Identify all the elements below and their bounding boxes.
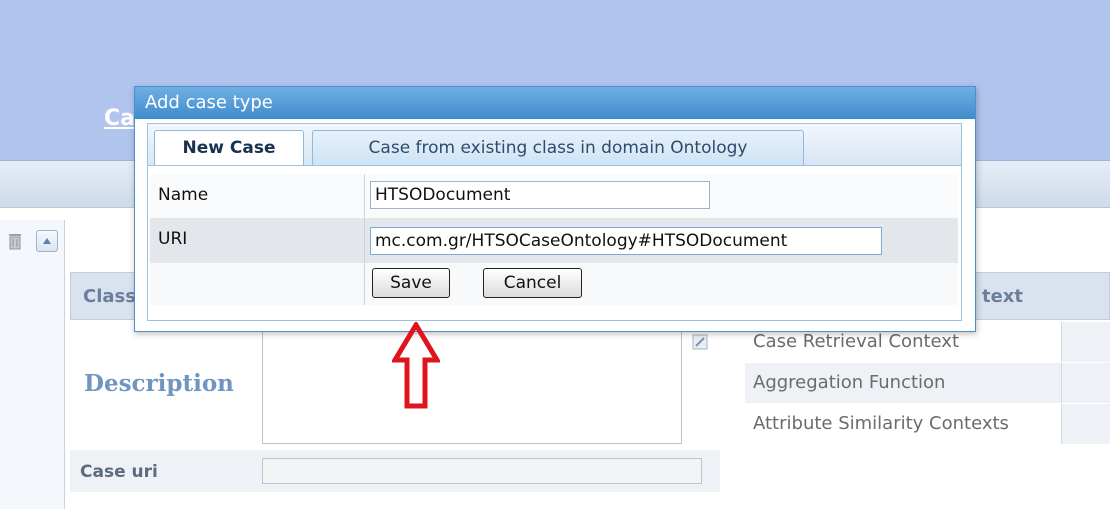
sidebar [0,220,65,509]
case-form: Name URI Save Cancel [147,165,962,321]
description-textarea[interactable] [262,320,682,444]
dialog-title-bar[interactable]: Add case type [135,87,975,119]
description-label: Description [84,370,234,397]
context-row-label: Attribute Similarity Contexts [753,413,1009,434]
save-button[interactable]: Save [372,268,450,298]
edit-icon[interactable] [692,334,708,350]
add-case-type-dialog: Add case type New Case Case from existin… [134,86,976,332]
buttons-row: Save Cancel [150,262,958,305]
context-value-cell[interactable] [1061,322,1110,362]
context-row: Attribute Similarity Contexts [745,404,1110,444]
name-row: Name [150,174,958,219]
context-row: Aggregation Function [745,363,1110,403]
tab-label: New Case [182,138,276,158]
case-uri-label: Case uri [80,462,158,482]
context-row-label: Aggregation Function [753,372,946,393]
uri-row: URI [150,218,958,262]
cancel-button[interactable]: Cancel [483,268,582,298]
tab-existing-class[interactable]: Case from existing class in domain Ontol… [312,130,804,166]
tab-new-case[interactable]: New Case [154,130,304,166]
uri-input[interactable] [370,227,882,255]
class-header-label: Class [83,286,136,307]
case-uri-input[interactable] [262,458,702,484]
context-value-cell[interactable] [1061,363,1110,403]
trash-icon[interactable] [8,232,22,250]
uri-label: URI [158,229,188,249]
uri-label-cell: URI [150,218,365,262]
buttons-label-cell [150,263,365,305]
move-up-button[interactable] [36,230,58,252]
context-row-label: Case Retrieval Context [753,331,959,352]
context-value-cell[interactable] [1061,404,1110,444]
tab-label: Case from existing class in domain Ontol… [368,138,748,158]
tab-strip: New Case Case from existing class in dom… [147,123,962,166]
name-label: Name [158,185,209,205]
page-title[interactable]: Ca [104,106,135,131]
context-header-label: text [981,286,1023,307]
name-input[interactable] [370,181,710,209]
name-label-cell: Name [150,174,365,218]
dialog-title: Add case type [145,92,273,113]
annotation-arrow-icon [392,322,440,409]
arrow-up-icon [43,238,51,244]
